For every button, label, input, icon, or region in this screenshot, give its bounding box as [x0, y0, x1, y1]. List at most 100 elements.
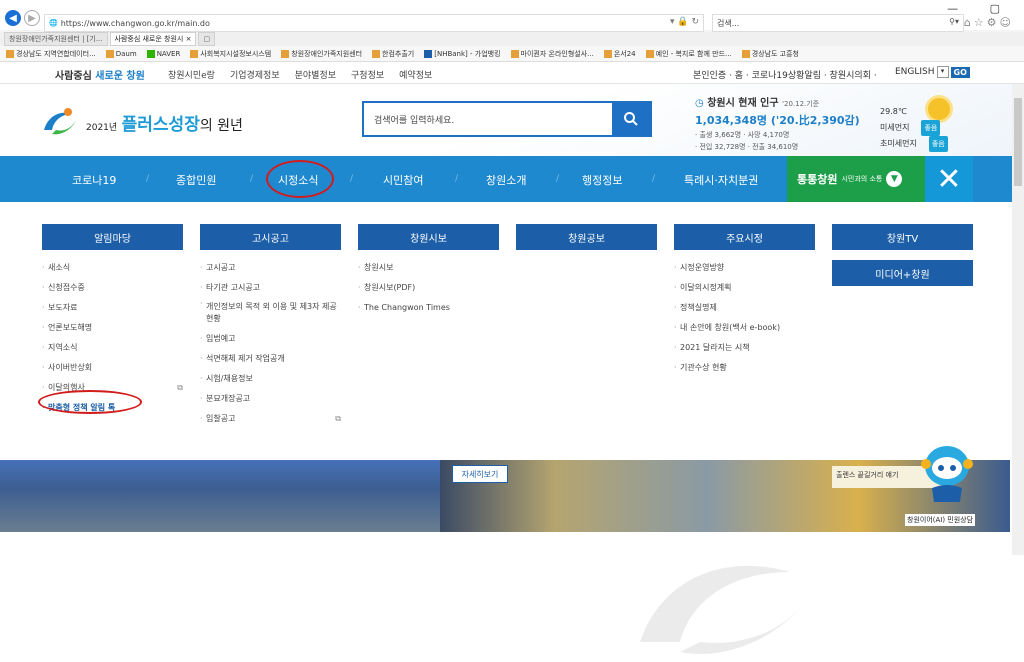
nav-item-participation[interactable]: 시민참여: [383, 172, 423, 188]
column-header[interactable]: 창원TV: [832, 224, 973, 250]
favorite-item[interactable]: 창원장애인가족지원센터: [281, 49, 362, 59]
menu-link[interactable]: 창원시보: [358, 258, 499, 278]
top-nav-item[interactable]: 기업경제정보: [230, 68, 280, 81]
browser-search-input[interactable]: 검색... ⚲▾: [712, 14, 964, 32]
menu-link[interactable]: 기관수상 현황: [674, 358, 815, 378]
menu-link[interactable]: 사이버반상회: [42, 358, 183, 378]
population-widget: ◷ 창원시 현재 인구 '20.12.기준 1,034,348명 ('20.比2…: [695, 98, 860, 151]
site-header: 2021년 플러스성장의 원년 검색어를 입력하세요. ◷ 창원시 현재 인구 …: [0, 84, 1024, 156]
browser-toolbar-icons[interactable]: ⌂☆⚙☺: [964, 16, 1014, 29]
favorite-item[interactable]: 경상남도 고흥청: [741, 49, 799, 59]
menu-link[interactable]: 분묘개장공고: [200, 389, 341, 409]
chevron-down-icon[interactable]: ▼: [886, 171, 903, 187]
menu-link[interactable]: 시정운영방향: [674, 258, 815, 278]
new-tab-button[interactable]: ▢: [198, 32, 216, 46]
annotation-circle: [38, 390, 142, 414]
tab-item[interactable]: 창원장애인가족지원센터 | [기...: [4, 32, 108, 46]
temperature: 29.8℃: [880, 107, 907, 116]
favorite-item[interactable]: 경상남도 지역연합데이터...: [6, 49, 96, 59]
menu-link[interactable]: 고시공고: [200, 258, 341, 278]
nav-item-admin[interactable]: 행정정보: [582, 172, 622, 188]
menu-column-gazette: 창원시보 창원시보 창원시보(PDF) The Changwon Times: [358, 224, 499, 318]
menu-link[interactable]: 2021 달라지는 시책: [674, 338, 815, 358]
favorite-item[interactable]: 한컴추출기: [372, 49, 414, 59]
back-arrow-icon[interactable]: ◀: [5, 10, 21, 26]
favorite-item[interactable]: [NHBank] - 가업뱅킹: [424, 49, 501, 59]
favorite-item[interactable]: 예인 - 복지로 함께 만드...: [645, 49, 732, 59]
nav-divider: /: [350, 174, 354, 184]
site-logo[interactable]: 2021년 플러스성장의 원년: [40, 106, 243, 138]
more-button[interactable]: 자세히보기: [452, 465, 508, 483]
favorite-item[interactable]: 온서24: [603, 49, 636, 59]
chatbot-label[interactable]: 창원이어(AI) 민원상담: [905, 514, 976, 526]
column-header[interactable]: 고시공고: [200, 224, 341, 250]
top-nav-item[interactable]: 분야별정보: [295, 68, 336, 81]
page-bottom: [0, 532, 1024, 555]
forward-arrow-icon[interactable]: ▶: [24, 10, 40, 26]
menu-link[interactable]: 정책실명제: [674, 298, 815, 318]
column-header[interactable]: 주요시정: [674, 224, 815, 250]
search-button[interactable]: [612, 103, 650, 135]
menu-link[interactable]: 타기관 고시공고: [200, 278, 341, 298]
lock-icon: 🌐: [49, 19, 58, 27]
nav-item-civil[interactable]: 종합민원: [176, 172, 216, 188]
address-tools-icon[interactable]: ▾ 🔒 ↻: [670, 17, 699, 27]
column-header[interactable]: 창원시보: [358, 224, 499, 250]
menu-link[interactable]: 언론보도해명: [42, 318, 183, 338]
status-badge: 좋음: [928, 136, 948, 152]
browser-tabs: 창원장애인가족지원센터 | [기... 사람중심 새로운 창원시 × ▢: [0, 32, 1024, 46]
site-topbar: 사람중심 새로운 창원 창원시민e랑 기업경제정보 분야별정보 구청정보 예약정…: [0, 62, 1024, 84]
sotong-banner[interactable]: 통통창원 시민과의 소통 ▼: [787, 156, 925, 202]
banner-image: [0, 460, 440, 532]
menu-link[interactable]: 이달의시정계획: [674, 278, 815, 298]
menu-link[interactable]: 입찰공고⧉: [200, 409, 341, 429]
top-links[interactable]: 본인인증 · 홈 · 코로나19상황알림 · 창원시의회 ·: [693, 68, 877, 81]
scrollbar[interactable]: [1012, 84, 1024, 555]
nav-item-about[interactable]: 창원소개: [486, 172, 526, 188]
chevron-down-icon[interactable]: ▾: [936, 66, 949, 78]
menu-link[interactable]: 내 손안에 창원(백서 e-book): [674, 318, 815, 338]
top-nav-item[interactable]: 창원시민e랑: [168, 68, 215, 81]
media-changwon-button[interactable]: 미디어+창원: [832, 260, 973, 286]
column-header[interactable]: 알림마당: [42, 224, 183, 250]
window-controls[interactable]: — ▢: [947, 2, 1014, 15]
menu-link[interactable]: 창원시보(PDF): [358, 278, 499, 298]
site-search-input[interactable]: 검색어를 입력하세요.: [362, 101, 652, 137]
nav-item-covid19[interactable]: 코로나19: [72, 172, 116, 188]
menu-link[interactable]: 지역소식: [42, 338, 183, 358]
go-button[interactable]: GO: [950, 66, 970, 78]
scrollbar-thumb[interactable]: [1014, 98, 1022, 186]
menu-link[interactable]: 석면해체 제거 작업공개: [200, 349, 341, 369]
close-icon[interactable]: ✕: [925, 156, 973, 202]
search-icon[interactable]: ⚲▾: [949, 17, 959, 26]
top-nav-item[interactable]: 구청정보: [351, 68, 384, 81]
column-header[interactable]: 창원공보: [516, 224, 657, 250]
tab-item-active[interactable]: 사람중심 새로운 창원시 ×: [109, 32, 197, 46]
menu-link[interactable]: 보도자료: [42, 298, 183, 318]
browser-chrome: ◀ ▶ 🌐 https://www.changwon.go.kr/main.do…: [0, 0, 1024, 64]
menu-link[interactable]: 새소식: [42, 258, 183, 278]
menu-link[interactable]: 신청접수중: [42, 278, 183, 298]
mega-menu: 알림마당 새소식 신청접수중 보도자료 언론보도해명 지역소식 사이버반상회 이…: [0, 202, 1010, 654]
favorite-item[interactable]: 사회복지시설정보시스템: [190, 49, 271, 59]
url-text: https://www.changwon.go.kr/main.do: [60, 18, 210, 28]
population-row: · 출생 3,662명 · 사망 4,170명: [695, 131, 790, 139]
menu-link[interactable]: 시험/채용정보: [200, 369, 341, 389]
nav-item-special-city[interactable]: 특례시·자치분권: [684, 172, 758, 188]
site-brand[interactable]: 사람중심 새로운 창원: [55, 67, 145, 82]
watermark-logo-icon: [640, 565, 810, 654]
address-bar[interactable]: 🌐 https://www.changwon.go.kr/main.do ▾ 🔒…: [44, 14, 704, 32]
menu-link[interactable]: 개인정보의 목적 외 이용 및 제3자 제공 현황: [200, 298, 341, 329]
population-value: 1,034,348명 ('20.比2,390감): [695, 114, 860, 127]
favorite-item[interactable]: NAVER: [146, 49, 180, 58]
favorite-item[interactable]: 마이퀀자 온라인형설사...: [510, 49, 594, 59]
favorites-bar: 경상남도 지역연합데이터... Daum NAVER 사회복지시설정보시스템 창…: [0, 46, 1024, 62]
main-banner: 자세히보기 출렌스 끝길거리 얘기: [0, 460, 1010, 532]
menu-link[interactable]: The Changwon Times: [358, 298, 499, 318]
language-selector[interactable]: ENGLISH ▾ GO: [895, 66, 970, 78]
top-nav-item[interactable]: 예약정보: [399, 68, 432, 81]
menu-link[interactable]: 입법예고: [200, 329, 341, 349]
favorite-item[interactable]: Daum: [105, 49, 137, 58]
chatbot-robot-icon[interactable]: [918, 442, 976, 506]
menu-column-pr: 창원공보: [516, 224, 657, 250]
